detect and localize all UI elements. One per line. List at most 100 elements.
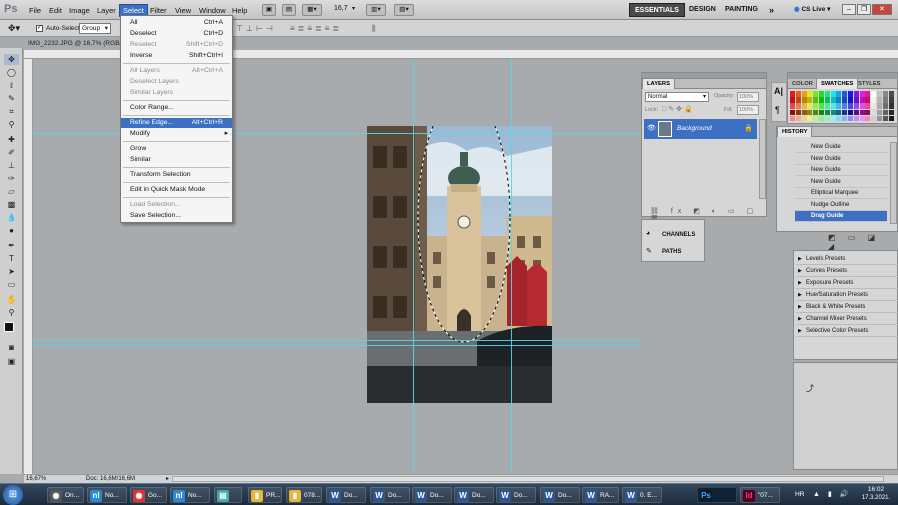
layers-scrollbar[interactable] <box>759 119 766 199</box>
gradient-icon[interactable]: ▩ <box>4 199 19 210</box>
color-swatch[interactable] <box>801 115 807 122</box>
close-icon[interactable]: ✕ <box>872 4 892 15</box>
color-swatch[interactable] <box>888 115 894 122</box>
color-swatch[interactable] <box>842 97 848 103</box>
auto-select-dropdown[interactable]: Group ▾ <box>79 23 111 34</box>
menu-item-all-layers[interactable]: All Layers Alt+Ctrl+A <box>121 66 232 76</box>
menu-layer[interactable]: Layer <box>94 5 119 16</box>
preset-selective-color[interactable]: Selective Color Presets <box>796 326 898 337</box>
color-swatch[interactable] <box>795 103 801 109</box>
taskbar-item[interactable]: W Do... <box>326 487 366 503</box>
more-workspaces-icon[interactable]: » <box>764 3 779 17</box>
taskbar-item[interactable]: ▮ PR... <box>248 487 282 503</box>
move-tool-icon[interactable]: ✥▾ <box>8 23 20 34</box>
menu-item-refine-edge[interactable]: Refine Edge... Alt+Ctrl+R <box>121 118 232 128</box>
move-tool-icon[interactable]: ✥ <box>4 54 19 65</box>
tray-icons[interactable]: ▲ ▮ 🔊 <box>813 490 851 498</box>
color-swatch[interactable] <box>807 109 813 116</box>
zoom-level[interactable]: 16,7 <box>334 5 348 12</box>
history-brush-icon[interactable]: ✑ <box>4 173 19 184</box>
color-swatch[interactable] <box>790 97 795 103</box>
color-swatch[interactable] <box>807 103 813 109</box>
color-swatch[interactable] <box>819 91 824 97</box>
fill-field[interactable]: 100% <box>737 105 759 115</box>
clock-date[interactable]: 17.3.2021. <box>857 495 895 501</box>
color-swatch[interactable] <box>830 115 836 122</box>
clone-stamp-icon[interactable]: ⊥ <box>4 160 19 171</box>
color-swatch[interactable] <box>842 91 848 97</box>
align-icons[interactable]: ⊤⊥⊢⊣ <box>236 24 276 33</box>
color-swatch[interactable] <box>848 103 853 109</box>
guide-horizontal[interactable] <box>33 345 641 346</box>
color-swatch[interactable] <box>865 97 871 103</box>
taskbar-item[interactable]: W Do... <box>454 487 494 503</box>
adjustment-return-icon[interactable]: ⤴ <box>806 383 814 394</box>
brush-icon[interactable]: ✐ <box>4 147 19 158</box>
swatch-grid[interactable] <box>790 91 896 123</box>
elliptical-marquee-icon[interactable]: ◯ <box>4 67 19 78</box>
color-swatch[interactable] <box>865 109 871 116</box>
taskbar-item[interactable]: W Do... <box>496 487 536 503</box>
color-swatch[interactable] <box>882 115 888 122</box>
cs-live-button[interactable]: ◉ CS Live ▾ <box>794 5 830 13</box>
guide-vertical[interactable] <box>413 59 414 474</box>
eyedropper-icon[interactable]: ⚲ <box>4 119 19 130</box>
color-swatch[interactable] <box>830 97 836 103</box>
tab-swatches[interactable]: SWATCHES <box>816 79 859 89</box>
workspace-design[interactable]: DESIGN <box>684 3 721 17</box>
auto-select-checkbox[interactable]: ✓ <box>36 25 43 32</box>
color-swatch[interactable] <box>801 109 807 116</box>
vertical-ruler[interactable] <box>24 59 33 474</box>
color-swatch[interactable] <box>790 109 795 116</box>
character-icon[interactable]: A| <box>774 86 783 96</box>
color-swatch[interactable] <box>871 97 877 103</box>
channels-tab[interactable]: CHANNELS <box>662 232 695 238</box>
dodge-icon[interactable]: ● <box>4 225 19 236</box>
color-swatch[interactable] <box>853 115 859 122</box>
workspace-painting[interactable]: PAINTING <box>720 3 763 17</box>
menu-item-quick-mask[interactable]: Edit in Quick Mask Mode <box>121 185 232 195</box>
color-swatch[interactable] <box>807 115 813 122</box>
color-swatch[interactable] <box>801 103 807 109</box>
color-swatch[interactable] <box>882 109 888 116</box>
color-swatch[interactable] <box>813 97 819 103</box>
color-swatch[interactable] <box>877 97 882 103</box>
foreground-color-swatch[interactable] <box>4 322 14 332</box>
preset-black-white[interactable]: Black & White Presets <box>796 302 898 313</box>
eraser-icon[interactable]: ▱ <box>4 186 19 197</box>
color-swatch[interactable] <box>871 103 877 109</box>
path-selection-icon[interactable]: ➤ <box>4 266 19 277</box>
preset-levels[interactable]: Levels Presets <box>796 254 898 265</box>
color-swatch[interactable] <box>859 97 865 103</box>
history-scrollbar[interactable] <box>890 142 897 224</box>
color-swatch[interactable] <box>842 109 848 116</box>
color-swatch[interactable] <box>819 109 824 116</box>
blend-mode-dropdown[interactable]: Normal ▾ <box>645 92 709 102</box>
color-swatch[interactable] <box>865 103 871 109</box>
eye-icon[interactable]: 👁 <box>647 124 656 132</box>
color-swatch[interactable] <box>865 115 871 122</box>
color-swatch[interactable] <box>795 91 801 97</box>
document-image[interactable] <box>367 126 552 403</box>
history-footer-icons[interactable]: ◩ ▭ ◪ ◢ <box>828 233 898 251</box>
layer-row-background[interactable]: 👁 Background 🔒 <box>644 119 757 139</box>
screen-mode-icon[interactable]: ▣ <box>4 356 19 367</box>
preset-channel-mixer[interactable]: Channel Mixer Presets <box>796 314 898 325</box>
color-swatch[interactable] <box>842 103 848 109</box>
chevron-down-icon[interactable]: ▾ <box>352 5 355 12</box>
guide-vertical[interactable] <box>511 59 512 474</box>
color-swatch[interactable] <box>836 103 842 109</box>
menu-item-reselect[interactable]: Reselect Shift+Ctrl+D <box>121 40 232 50</box>
color-swatch[interactable] <box>824 91 830 97</box>
menu-item-color-range[interactable]: Color Range... <box>121 103 232 113</box>
opacity-field[interactable]: 100% <box>737 92 759 102</box>
tab-color[interactable]: COLOR <box>788 79 817 89</box>
menu-item-all[interactable]: All Ctrl+A <box>121 18 232 28</box>
taskbar-item[interactable]: W 0. E... <box>622 487 662 503</box>
taskbar-item[interactable]: ◉ On... <box>47 487 84 503</box>
color-swatch[interactable] <box>882 91 888 97</box>
arrange-documents-icon[interactable]: ▥▾ <box>366 4 386 16</box>
history-item[interactable]: Elliptical Marquee <box>795 188 887 199</box>
color-swatch[interactable] <box>882 97 888 103</box>
color-swatch[interactable] <box>871 115 877 122</box>
